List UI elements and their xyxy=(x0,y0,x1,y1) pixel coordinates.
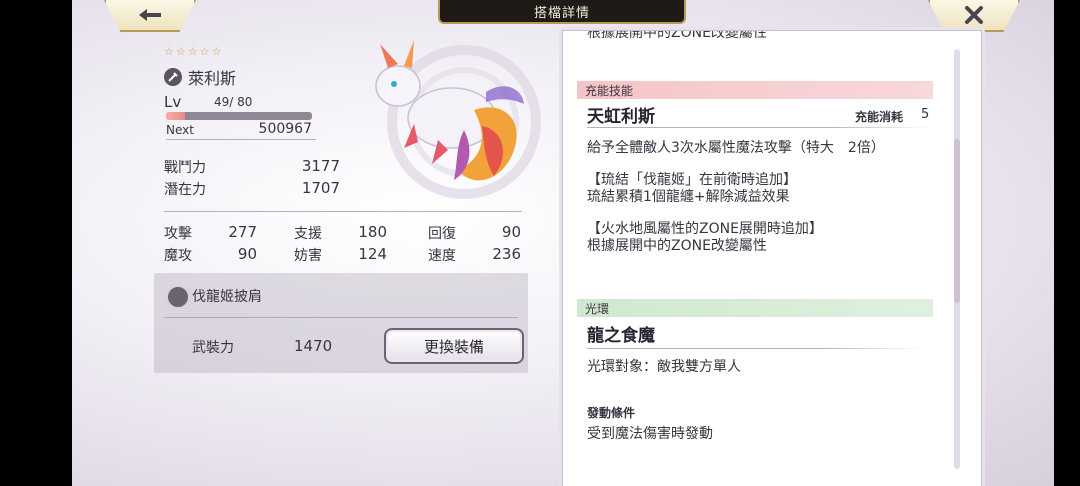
stat-value: 236 xyxy=(492,245,521,263)
stat-value: 90 xyxy=(501,223,521,241)
next-label: Next xyxy=(166,123,194,137)
divider xyxy=(164,317,518,318)
stat-value: 180 xyxy=(358,223,387,241)
armament-power-value: 1470 xyxy=(294,337,333,355)
back-arrow-icon xyxy=(139,9,161,21)
star-icon: ☆ xyxy=(175,45,186,58)
exp-bar-fill xyxy=(166,112,185,120)
stat-label: 支援 xyxy=(294,226,322,242)
level-label: Lv xyxy=(164,93,182,111)
equipment-name: 伐龍姬披肩 xyxy=(192,289,262,305)
weapon-type-icon xyxy=(164,68,182,86)
character-name-row: 萊利斯 xyxy=(164,65,236,89)
star-icon: ☆ xyxy=(164,45,174,58)
battle-power-value: 3177 xyxy=(301,157,340,175)
divider xyxy=(166,139,316,140)
close-icon xyxy=(965,6,983,24)
charge-cost-label: 充能消耗 xyxy=(855,110,904,124)
stat-label: 妨害 xyxy=(294,248,322,264)
charge-skill-header: 充能技能 xyxy=(577,81,933,99)
aura-target: 光環對象：敵我雙方單人 xyxy=(587,359,741,375)
exp-bar xyxy=(166,112,312,120)
rarity-stars: ☆ ☆ ☆ ☆ ☆ xyxy=(164,46,221,58)
star-icon: ☆ xyxy=(199,45,210,58)
armament-power-label: 武裝力 xyxy=(192,340,234,356)
close-button[interactable] xyxy=(928,0,1020,32)
charge-cost-value: 5 xyxy=(921,107,930,122)
stat-label: 魔攻 xyxy=(164,248,192,264)
stat-value: 124 xyxy=(358,245,387,263)
equipment-panel: 伐龍姬披肩 武裝力 1470 更換裝備 xyxy=(154,273,528,373)
trigger-condition-label: 發動條件 xyxy=(587,406,636,420)
equipment-icon xyxy=(166,285,190,309)
scrollbar-thumb[interactable] xyxy=(954,139,960,303)
potential-label: 潛在力 xyxy=(164,182,206,198)
zone-effect-text: 根據展開中的ZONE改變屬性 xyxy=(587,238,767,254)
aura-name: 龍之食魔 xyxy=(587,326,655,346)
character-name: 萊利斯 xyxy=(188,69,237,88)
stat-value: 90 xyxy=(237,245,257,263)
page-title: 搭檔詳情 xyxy=(438,0,686,24)
skill-description: 給予全體敵人3次水屬性魔法攻擊（特大 2倍） xyxy=(587,140,885,156)
stat-label: 攻擊 xyxy=(164,226,192,242)
partner-detail-screen: 搭檔詳情 ☆ ☆ ☆ ☆ ☆ 萊利斯 Lv 49/ 80 Next 500967… xyxy=(72,0,1054,486)
skill-name: 天虹利斯 xyxy=(587,107,655,127)
trigger-condition-text: 受到魔法傷害時發動 xyxy=(587,426,713,442)
star-icon: ☆ xyxy=(211,45,222,58)
divider xyxy=(587,348,923,349)
next-exp-value: 500967 xyxy=(258,121,312,137)
aura-header: 光環 xyxy=(577,299,933,317)
stat-label: 速度 xyxy=(428,248,456,264)
stat-label: 回復 xyxy=(428,226,456,242)
battle-power-label: 戰鬥力 xyxy=(164,160,206,176)
bond-effect-text: 琉結累積1個龍纏+解除減益效果 xyxy=(587,189,790,205)
character-portrait xyxy=(375,40,541,199)
potential-value: 1707 xyxy=(301,179,340,197)
divider xyxy=(587,127,933,128)
detail-panel[interactable]: 根據展開中的ZONE改變屬性 充能技能 天虹利斯 充能消耗 5 給予全體敵人3次… xyxy=(562,30,982,486)
divider xyxy=(164,211,522,212)
stat-value: 277 xyxy=(228,223,257,241)
level-value: 49/ 80 xyxy=(214,95,253,109)
back-button[interactable] xyxy=(104,0,196,32)
detail-text: 根據展開中的ZONE改變屬性 xyxy=(587,30,767,41)
star-icon: ☆ xyxy=(187,45,198,58)
change-equipment-button[interactable]: 更換裝備 xyxy=(384,328,524,364)
